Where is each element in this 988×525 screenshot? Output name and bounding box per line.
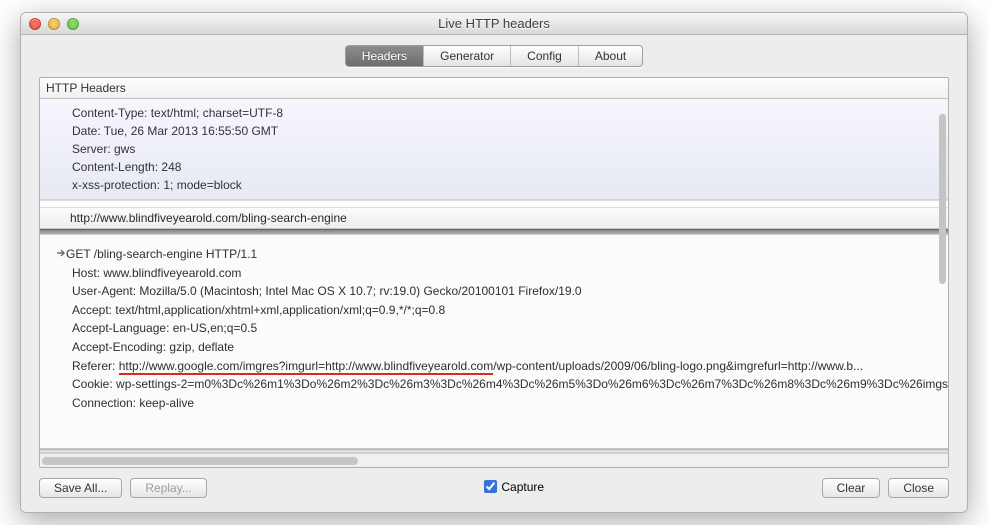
horizontal-scrollbar[interactable] — [40, 453, 948, 467]
url-row[interactable]: http://www.blindfiveyearold.com/bling-se… — [40, 208, 948, 229]
footer: Save All... Replay... Capture Clear Clos… — [21, 468, 967, 512]
footer-center: Capture — [215, 480, 814, 497]
response-date: Date: Tue, 26 Mar 2013 16:55:50 GMT — [72, 122, 948, 140]
spacer — [40, 200, 948, 208]
request-cookie: Cookie: wp-settings-2=m0%3Dc%26m1%3Do%26… — [64, 375, 948, 394]
tab-headers[interactable]: Headers — [346, 46, 424, 66]
response-content-type: Content-Type: text/html; charset=UTF-8 — [72, 104, 948, 122]
save-all-button[interactable]: Save All... — [39, 478, 122, 498]
titlebar: Live HTTP headers — [21, 13, 967, 35]
request-host: Host: www.blindfiveyearold.com — [64, 264, 948, 283]
request-connection: Connection: keep-alive — [64, 394, 948, 413]
request-block: GET /bling-search-engine HTTP/1.1 Host: … — [40, 235, 948, 449]
response-xss-protection: x-xss-protection: 1; mode=block — [72, 176, 948, 194]
tab-config[interactable]: Config — [511, 46, 579, 66]
replay-button[interactable]: Replay... — [130, 478, 206, 498]
tab-generator[interactable]: Generator — [424, 46, 511, 66]
tab-bar: Headers Generator Config About — [21, 35, 967, 77]
referer-highlight: http://www.google.com/imgres?imgurl=http… — [119, 359, 494, 375]
request-accept-language: Accept-Language: en-US,en;q=0.5 — [64, 319, 948, 338]
request-arrow-icon — [56, 245, 64, 253]
capture-label: Capture — [501, 480, 544, 494]
request-accept: Accept: text/html,application/xhtml+xml,… — [64, 301, 948, 320]
traffic-lights — [29, 18, 79, 30]
close-button[interactable]: Close — [888, 478, 949, 498]
referer-rest: /wp-content/uploads/2009/06/bling-logo.p… — [493, 359, 863, 373]
section-header: HTTP Headers — [40, 78, 948, 99]
minimize-icon[interactable] — [48, 18, 60, 30]
window-title: Live HTTP headers — [21, 16, 967, 31]
capture-checkbox-wrap[interactable]: Capture — [484, 480, 544, 494]
close-icon[interactable] — [29, 18, 41, 30]
request-user-agent: User-Agent: Mozilla/5.0 (Macintosh; Inte… — [64, 282, 948, 301]
zoom-icon[interactable] — [67, 18, 79, 30]
tab-about[interactable]: About — [579, 46, 642, 66]
request-line: GET /bling-search-engine HTTP/1.1 — [56, 245, 948, 264]
capture-checkbox[interactable] — [484, 480, 497, 493]
scrollbar-thumb[interactable] — [42, 457, 358, 465]
request-accept-encoding: Accept-Encoding: gzip, deflate — [64, 338, 948, 357]
response-server: Server: gws — [72, 140, 948, 158]
request-first-line-text: GET /bling-search-engine HTTP/1.1 — [66, 247, 257, 261]
response-content-length: Content-Length: 248 — [72, 158, 948, 176]
referer-label: Referer: — [72, 359, 119, 373]
segmented-control: Headers Generator Config About — [345, 45, 643, 67]
response-block: Content-Type: text/html; charset=UTF-8 D… — [40, 99, 948, 200]
request-referer: Referer: http://www.google.com/imgres?im… — [64, 357, 948, 376]
clear-button[interactable]: Clear — [822, 478, 881, 498]
vertical-scrollbar[interactable] — [939, 114, 946, 284]
window: Live HTTP headers Headers Generator Conf… — [20, 12, 968, 513]
content-frame: HTTP Headers Content-Type: text/html; ch… — [39, 77, 949, 468]
